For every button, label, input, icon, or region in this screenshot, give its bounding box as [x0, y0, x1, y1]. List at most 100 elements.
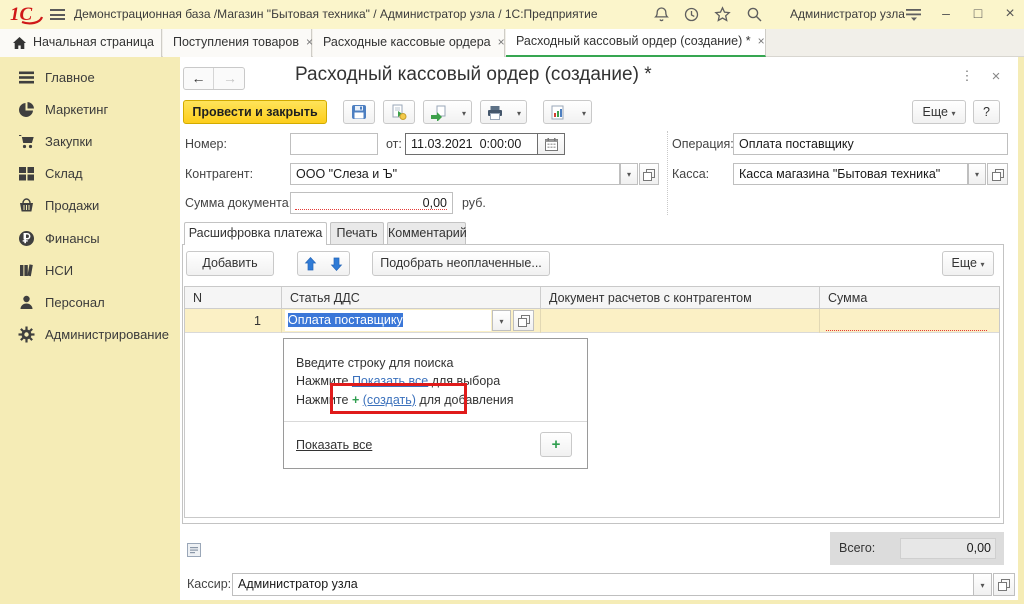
total-value: 0,00 [900, 538, 996, 559]
sidebar-item-personal[interactable]: Персонал [0, 286, 180, 319]
column-header-n[interactable]: N [185, 287, 282, 309]
cashier-dropdown-button[interactable]: ▾ [973, 573, 992, 596]
amount-cell[interactable] [820, 309, 999, 333]
table-header-row: N Статья ДДС Документ расчетов с контраг… [185, 287, 999, 309]
contractor-open-button[interactable] [639, 163, 659, 185]
tab-pechat[interactable]: Печать [330, 222, 384, 244]
search-icon[interactable] [746, 6, 763, 23]
comment-icon[interactable] [187, 543, 201, 557]
notifications-bell-icon[interactable] [653, 6, 670, 23]
pie-icon [18, 101, 35, 118]
service-menu-icon[interactable] [906, 8, 923, 25]
cashbox-input[interactable]: Касса магазина "Бытовая техника" [733, 163, 968, 185]
popup-divider [284, 421, 587, 422]
post-button[interactable] [383, 100, 415, 124]
save-button[interactable] [343, 100, 375, 124]
operation-input[interactable]: Оплата поставщику [733, 133, 1008, 155]
article-open-button[interactable] [513, 310, 534, 331]
dropdown-caret-icon: ▾ [951, 109, 955, 118]
gear-icon [18, 326, 35, 343]
tab-close-icon[interactable]: × [758, 34, 765, 48]
amount-input[interactable]: 0,00 [290, 192, 453, 214]
operation-label: Операция: [672, 133, 734, 155]
tab-rasshifrovka-platezha[interactable]: Расшифровка платежа [184, 222, 327, 245]
column-header-statya-dds[interactable]: Статья ДДС [282, 287, 541, 309]
move-up-button[interactable] [297, 251, 324, 276]
sidebar-item-administrirovanie[interactable]: Администрирование [0, 318, 180, 351]
tab-rashodnye-kassovye-ordera[interactable]: Расходные кассовые ордера× [313, 29, 505, 57]
dropdown-caret-icon: ▾ [980, 260, 984, 269]
sidebar-item-marketing[interactable]: Маркетинг [0, 93, 180, 126]
sidebar-item-prodazhi[interactable]: Продажи [0, 189, 180, 222]
grid-icon [18, 165, 35, 182]
dropdown-caret-icon: ▾ [462, 109, 466, 118]
window-border-right [1018, 57, 1024, 604]
tab-close-icon[interactable]: × [498, 35, 505, 49]
person-icon [18, 294, 35, 311]
cashbox-dropdown-button[interactable]: ▾ [968, 163, 986, 185]
minimize-button[interactable]: – [936, 0, 956, 29]
tab-rashodny-kassovy-order-active[interactable]: Расходный кассовый ордер (создание) *× [506, 29, 766, 57]
sidebar-item-nsi[interactable]: НСИ [0, 254, 180, 287]
document-cell[interactable] [541, 309, 820, 333]
nav-history-buttons: ← → [183, 67, 245, 90]
article-cell[interactable]: Оплата поставщику ▾ [282, 309, 541, 333]
article-dropdown-button[interactable]: ▾ [492, 310, 511, 331]
contractor-input[interactable]: ООО "Слеза и Ъ" [290, 163, 620, 185]
cashbox-open-button[interactable] [987, 163, 1008, 185]
post-and-close-button[interactable]: Провести и закрыть [183, 100, 327, 124]
create-new-button[interactable]: + [540, 432, 572, 457]
contractor-label: Контрагент: [185, 163, 253, 185]
number-input[interactable] [290, 133, 378, 155]
cashier-open-button[interactable] [993, 573, 1015, 596]
sidebar-item-sklad[interactable]: Склад [0, 157, 180, 190]
pick-unpaid-button[interactable]: Подобрать неоплаченные... [372, 251, 550, 276]
table-row[interactable]: 1 Оплата поставщику ▾ [185, 309, 999, 333]
article-selected-text: Оплата поставщику [288, 313, 403, 327]
annotation-red-box [330, 383, 467, 414]
sidebar-item-glavnoe[interactable]: Главное [0, 61, 180, 94]
contractor-dropdown-button[interactable]: ▾ [620, 163, 638, 185]
form-column-separator [667, 131, 668, 215]
current-user[interactable]: Администратор узла [790, 0, 905, 29]
basket-icon [18, 197, 35, 214]
reports-button[interactable]: ▾ [543, 100, 592, 124]
dropdown-caret-icon: ▾ [517, 109, 521, 118]
more-commands-icon[interactable]: ⋮ [960, 68, 974, 84]
grid-more-button[interactable]: Еще ▾ [942, 251, 994, 276]
close-document-icon[interactable]: × [988, 68, 1004, 85]
window-titlebar: 1С Демонстрационная база /Магазин "Бытов… [0, 0, 1024, 29]
window-title: Демонстрационная база /Магазин "Бытовая … [74, 0, 598, 29]
1c-logo: 1С [10, 2, 44, 27]
history-icon[interactable] [683, 6, 700, 23]
add-row-button[interactable]: Добавить [186, 251, 274, 276]
tab-postupleniya-tovarov[interactable]: Поступления товаров× [163, 29, 312, 57]
column-header-document[interactable]: Документ расчетов с контрагентом [541, 287, 820, 309]
column-header-summa[interactable]: Сумма [820, 287, 999, 309]
print-button[interactable]: ▾ [480, 100, 527, 124]
sidebar-item-zakupki[interactable]: Закупки [0, 125, 180, 158]
forward-button[interactable]: → [215, 68, 245, 89]
calendar-button[interactable] [537, 133, 565, 155]
required-cell-underline [826, 330, 987, 331]
help-button[interactable]: ? [973, 100, 1000, 124]
back-button[interactable]: ← [184, 68, 214, 89]
row-number-cell: 1 [185, 309, 282, 333]
date-input[interactable]: 11.03.2021 0:00:00 [405, 133, 537, 155]
form-more-button[interactable]: Еще ▾ [912, 100, 966, 124]
tab-close-icon[interactable]: × [306, 35, 313, 49]
cashier-input[interactable]: Администратор узла [232, 573, 974, 596]
books-icon [18, 262, 35, 279]
main-menu-icon[interactable] [50, 9, 65, 20]
show-all-link[interactable]: Показать все [296, 438, 372, 452]
tab-home[interactable]: Начальная страница [0, 29, 162, 57]
move-down-button[interactable] [323, 251, 350, 276]
tab-kommentariy[interactable]: Комментарий [387, 222, 466, 244]
close-window-button[interactable]: × [1000, 0, 1020, 29]
maximize-button[interactable]: □ [968, 0, 988, 29]
number-label: Номер: [185, 133, 227, 155]
create-based-on-button[interactable]: ▾ [423, 100, 472, 124]
document-title: Расходный кассовый ордер (создание) * [295, 64, 652, 86]
sidebar-item-finansy[interactable]: Финансы [0, 222, 180, 255]
favorites-star-icon[interactable] [714, 6, 731, 23]
